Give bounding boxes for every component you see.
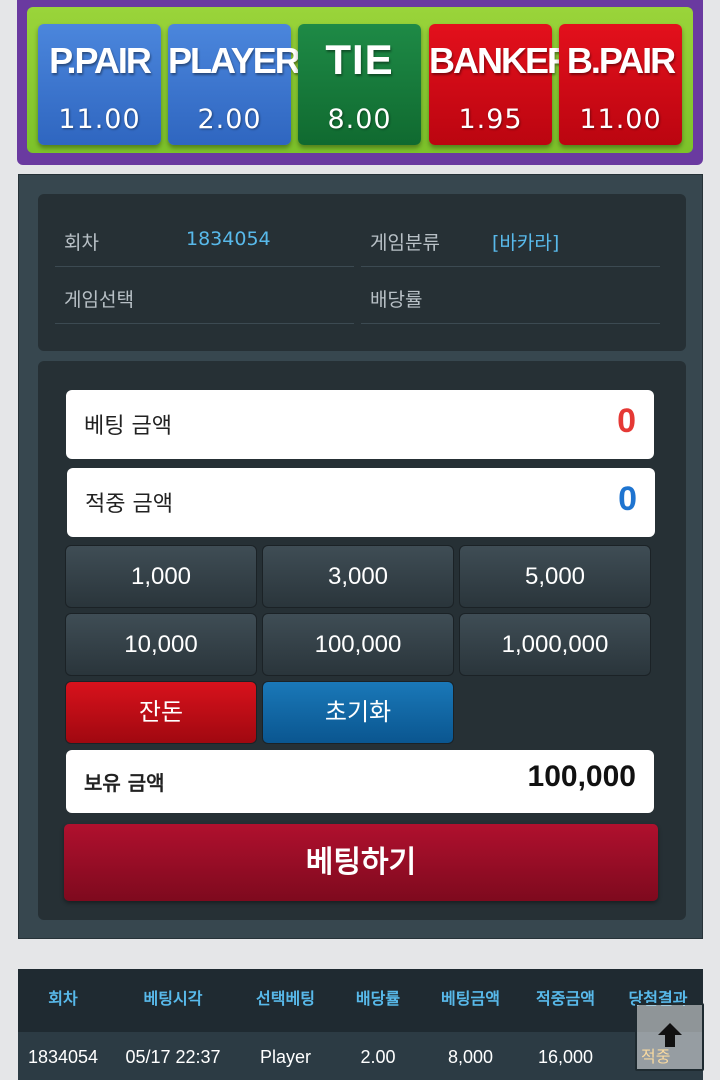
header-odds: 배당률 xyxy=(355,989,401,1008)
info-category: 게임분류 [바카라] xyxy=(361,211,660,267)
bet-option-name: PLAYER xyxy=(168,40,301,81)
balance-field: 보유 금액 100,000 xyxy=(66,750,654,813)
odds-label: 배당률 xyxy=(370,289,423,311)
category-value: [바카라] xyxy=(492,232,560,254)
change-button[interactable]: 잔돈 xyxy=(65,681,257,744)
balance-label: 보유 금액 xyxy=(84,771,165,795)
bet-option-b-pair[interactable]: B.PAIR 11.00 xyxy=(559,24,682,145)
chip-button-1000[interactable]: 1,000 xyxy=(65,545,257,608)
chip-button-1000000[interactable]: 1,000,000 xyxy=(459,613,651,676)
bet-option-player[interactable]: PLAYER 2.00 xyxy=(168,24,301,145)
bet-option-name: P.PAIR xyxy=(49,40,152,81)
cell-win-amount: 16,000 xyxy=(537,1047,594,1067)
reset-button[interactable]: 초기화 xyxy=(262,681,454,744)
bet-amount-field: 베팅 금액 0 xyxy=(66,390,654,459)
round-value: 1834054 xyxy=(186,228,271,250)
betting-panel: 회차 1834054 게임분류 [바카라] 게임선택 배당률 베팅 금액 0 적… xyxy=(18,174,703,939)
chip-button-100000[interactable]: 100,000 xyxy=(262,613,454,676)
bet-history-table: 회차 베팅시각 선택베팅 배당률 베팅금액 적중금액 당첨결과 1834054 … xyxy=(18,969,703,1080)
chip-button-5000[interactable]: 5,000 xyxy=(459,545,651,608)
cell-bet-amount: 8,000 xyxy=(447,1047,494,1067)
chip-button-3000[interactable]: 3,000 xyxy=(262,545,454,608)
bet-amount-value: 0 xyxy=(617,402,636,440)
bet-option-odds: 8.00 xyxy=(327,104,392,135)
submit-bet-button[interactable]: 베팅하기 xyxy=(64,824,658,901)
bet-board-inner: P.PAIR 11.00 PLAYER 2.00 TIE 8.00 BANKER… xyxy=(27,7,693,153)
bet-option-name: BANKER xyxy=(429,40,573,81)
bet-option-odds: 2.00 xyxy=(197,104,262,135)
round-label: 회차 xyxy=(64,232,99,254)
header-selection: 선택베팅 xyxy=(256,989,315,1008)
bet-form: 베팅 금액 0 적중 금액 0 1,000 3,000 5,000 10,000… xyxy=(38,361,686,920)
cell-bet-time: 05/17 22:37 xyxy=(125,1047,221,1067)
bet-option-p-pair[interactable]: P.PAIR 11.00 xyxy=(38,24,161,145)
cell-round: 1834054 xyxy=(27,1047,99,1067)
header-round: 회차 xyxy=(48,989,78,1008)
game-info: 회차 1834054 게임분류 [바카라] 게임선택 배당률 xyxy=(38,194,686,351)
table-header: 회차 베팅시각 선택베팅 배당률 베팅금액 적중금액 당첨결과 xyxy=(18,969,703,1032)
bet-amount-label: 베팅 금액 xyxy=(84,414,172,439)
cell-odds: 2.00 xyxy=(360,1047,396,1067)
win-amount-label: 적중 금액 xyxy=(85,492,173,517)
win-amount-value: 0 xyxy=(618,480,637,518)
table-row: 1834054 05/17 22:37 Player 2.00 8,000 16… xyxy=(18,1032,703,1080)
selection-label: 게임선택 xyxy=(64,289,134,311)
bet-option-odds: 11.00 xyxy=(579,104,662,135)
info-odds: 배당률 xyxy=(361,268,660,324)
bet-option-banker[interactable]: BANKER 1.95 xyxy=(429,24,573,145)
info-round: 회차 1834054 xyxy=(55,211,354,267)
win-amount-field: 적중 금액 0 xyxy=(67,468,655,537)
bet-option-name: TIE xyxy=(325,36,394,83)
balance-value: 100,000 xyxy=(527,760,636,793)
info-selection: 게임선택 xyxy=(55,268,354,324)
header-win-amount: 적중금액 xyxy=(536,989,595,1008)
bet-option-odds: 1.95 xyxy=(458,104,523,135)
scroll-to-top-button[interactable] xyxy=(635,1003,704,1071)
bet-option-name: B.PAIR xyxy=(566,40,676,81)
arrow-up-icon xyxy=(658,1023,682,1047)
header-bet-amount: 베팅금액 xyxy=(441,989,500,1008)
category-label: 게임분류 xyxy=(370,232,440,254)
cell-selection: Player xyxy=(259,1047,312,1067)
chip-button-10000[interactable]: 10,000 xyxy=(65,613,257,676)
header-bet-time: 베팅시각 xyxy=(143,989,203,1008)
bet-option-odds: 11.00 xyxy=(58,104,141,135)
bet-option-tie[interactable]: TIE 8.00 xyxy=(298,24,421,145)
